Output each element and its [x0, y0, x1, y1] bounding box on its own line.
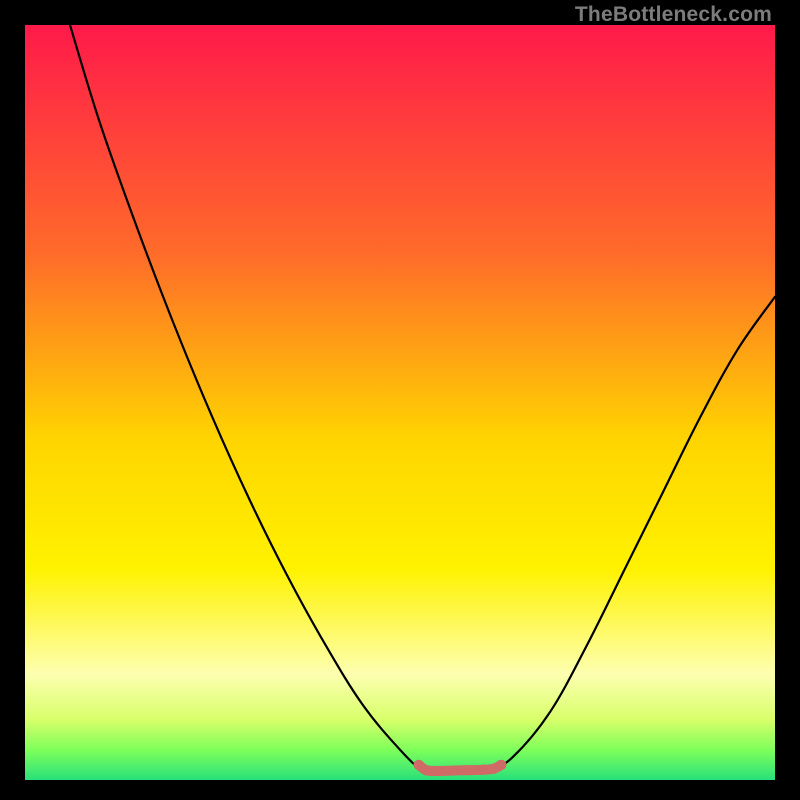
watermark-text: TheBottleneck.com — [575, 3, 772, 27]
highlight-segment-point — [432, 766, 442, 776]
gradient-background — [25, 25, 775, 780]
highlight-segment-point — [462, 765, 472, 775]
highlight-segment-point — [496, 760, 506, 770]
highlight-segment-point — [447, 765, 457, 775]
chart-container: TheBottleneck.com — [0, 0, 800, 800]
highlight-segment-point — [421, 765, 431, 775]
bottleneck-chart — [25, 25, 775, 780]
highlight-segment-point — [477, 765, 487, 775]
